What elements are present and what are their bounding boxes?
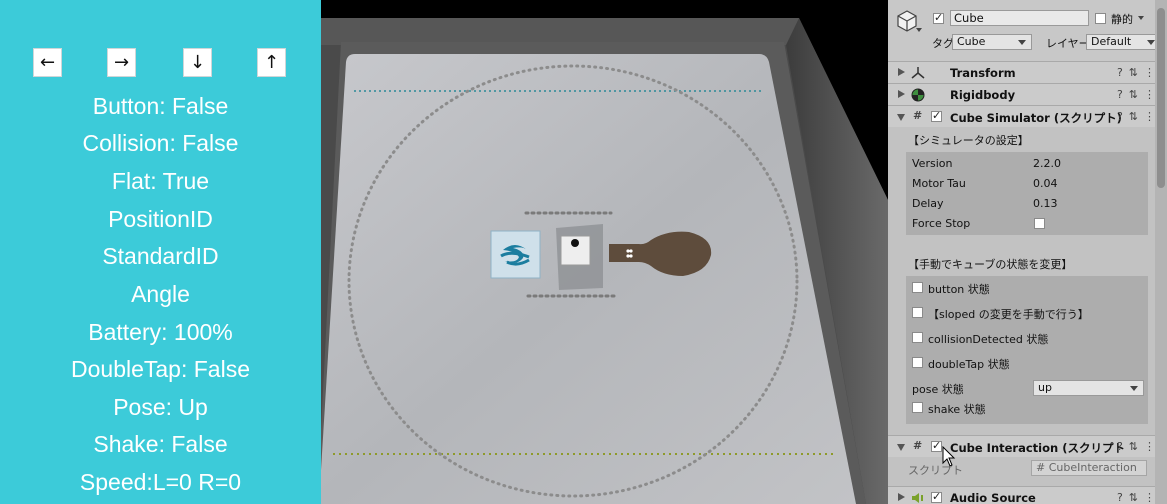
collapse-icon[interactable] (897, 444, 905, 451)
pose-state-label: pose 状態 (912, 383, 964, 396)
left-arrow-button[interactable]: ← (33, 48, 62, 77)
script-icon: # (913, 109, 923, 122)
component-title: Cube Interaction (スクリプト (950, 441, 1125, 455)
motor-tau-value[interactable]: 0.04 (1033, 177, 1058, 190)
rigidbody-component-header[interactable]: Rigidbody ?⇅⋮ (888, 83, 1167, 105)
manual-state-heading: 【手動でキューブの状態を変更】 (908, 258, 1073, 271)
battery-status: Battery: 100% (88, 319, 233, 345)
scene-canvas (321, 18, 888, 504)
pose-status: Pose: Up (113, 394, 208, 420)
transform-component-header[interactable]: Transform ?⇅⋮ (888, 61, 1167, 83)
pose-state-dropdown[interactable]: up (1033, 380, 1144, 396)
script-field: # CubeInteraction (1031, 460, 1147, 476)
force-stop-label: Force Stop (912, 217, 971, 230)
layer-dropdown[interactable]: Default (1086, 34, 1161, 50)
layer-label: レイヤー (1046, 37, 1090, 50)
scrollbar-thumb[interactable] (1157, 8, 1165, 188)
doubletap-status: DoubleTap: False (71, 356, 250, 382)
speed-status: Speed:L=0 R=0 (79, 469, 242, 495)
rigidbody-icon (911, 88, 925, 102)
component-enabled-checkbox[interactable] (931, 109, 942, 122)
motor-tau-label: Motor Tau (912, 177, 966, 190)
component-title: Cube Simulator (スクリプト) (950, 111, 1122, 125)
inspector-panel: Cube 静的 タグ Cube レイヤー Default Transform ?… (888, 0, 1167, 504)
angle-status: Angle (131, 281, 190, 307)
sloped-manual-label: 【sloped の変更を手動で行う】 (928, 308, 1089, 321)
version-label: Version (912, 157, 953, 170)
delay-value[interactable]: 0.13 (1033, 197, 1058, 210)
script-icon: # (913, 439, 923, 452)
expand-icon[interactable] (898, 90, 905, 98)
button-state-checkbox[interactable] (912, 282, 923, 293)
collision-status: Collision: False (82, 130, 239, 156)
collision-state-label: collisionDetected 状態 (928, 333, 1049, 346)
expand-icon[interactable] (898, 493, 905, 501)
icon-dropdown-icon[interactable] (916, 28, 922, 32)
sloped-manual-checkbox[interactable] (912, 307, 923, 318)
audio-source-component-header[interactable]: Audio Source ?⇅⋮ (888, 486, 1167, 504)
collapse-icon[interactable] (897, 114, 905, 121)
component-title: Rigidbody (950, 88, 1016, 102)
cube-icon (897, 10, 917, 32)
version-value: 2.2.0 (1033, 157, 1061, 170)
down-arrow-button[interactable]: ↓ (183, 48, 212, 77)
up-arrow-button[interactable]: ↑ (257, 48, 286, 77)
script-icon: # (1036, 461, 1046, 474)
scene-view[interactable] (321, 0, 888, 504)
doubletap-state-label: doubleTap 状態 (928, 358, 1010, 371)
cube-simulator-component-header[interactable]: # Cube Simulator (スクリプト) ?⇅⋮ (888, 105, 1167, 127)
static-dropdown-icon[interactable] (1138, 16, 1144, 20)
button-status: Button: False (92, 93, 229, 119)
shake-status: Shake: False (93, 431, 228, 457)
active-checkbox[interactable] (933, 11, 944, 24)
position-id-status: PositionID (108, 206, 213, 232)
tag-label: タグ (932, 37, 954, 50)
transform-icon (911, 67, 925, 79)
component-title: Transform (950, 66, 1016, 80)
expand-icon[interactable] (898, 68, 905, 76)
simulator-settings-heading: 【シミュレータの設定】 (908, 134, 1029, 147)
component-title: Audio Source (950, 491, 1036, 504)
component-enabled-checkbox[interactable] (931, 439, 942, 452)
right-arrow-button[interactable]: → (107, 48, 136, 77)
shake-state-checkbox[interactable] (912, 402, 923, 413)
status-panel: ← → ↓ ↑ Button: False Collision: False F… (0, 0, 321, 504)
speaker-icon (912, 493, 923, 503)
force-stop-checkbox[interactable] (1034, 218, 1045, 229)
object-header: Cube 静的 タグ Cube レイヤー Default (888, 0, 1167, 62)
object-name-field[interactable]: Cube (950, 10, 1089, 26)
component-enabled-checkbox[interactable] (931, 490, 942, 503)
doubletap-state-checkbox[interactable] (912, 357, 923, 368)
collision-state-checkbox[interactable] (912, 332, 923, 343)
manual-state-block: button 状態 【sloped の変更を手動で行う】 collisionDe… (906, 276, 1148, 424)
tag-dropdown[interactable]: Cube (952, 34, 1032, 50)
simulator-settings-block: Version 2.2.0 Motor Tau 0.04 Delay 0.13 … (906, 152, 1148, 235)
static-checkbox[interactable] (1095, 13, 1106, 24)
mouse-cursor-icon (942, 446, 956, 467)
button-state-label: button 状態 (928, 283, 990, 296)
flat-status: Flat: True (111, 168, 210, 194)
static-label: 静的 (1111, 13, 1133, 26)
delay-label: Delay (912, 197, 944, 210)
cube-interaction-component-header[interactable]: # Cube Interaction (スクリプト ?⇅⋮ (888, 435, 1167, 457)
inspector-scrollbar[interactable] (1155, 0, 1167, 504)
shake-state-label: shake 状態 (928, 403, 986, 416)
script-name: CubeInteraction (1048, 461, 1137, 474)
standard-id-status: StandardID (102, 243, 219, 269)
